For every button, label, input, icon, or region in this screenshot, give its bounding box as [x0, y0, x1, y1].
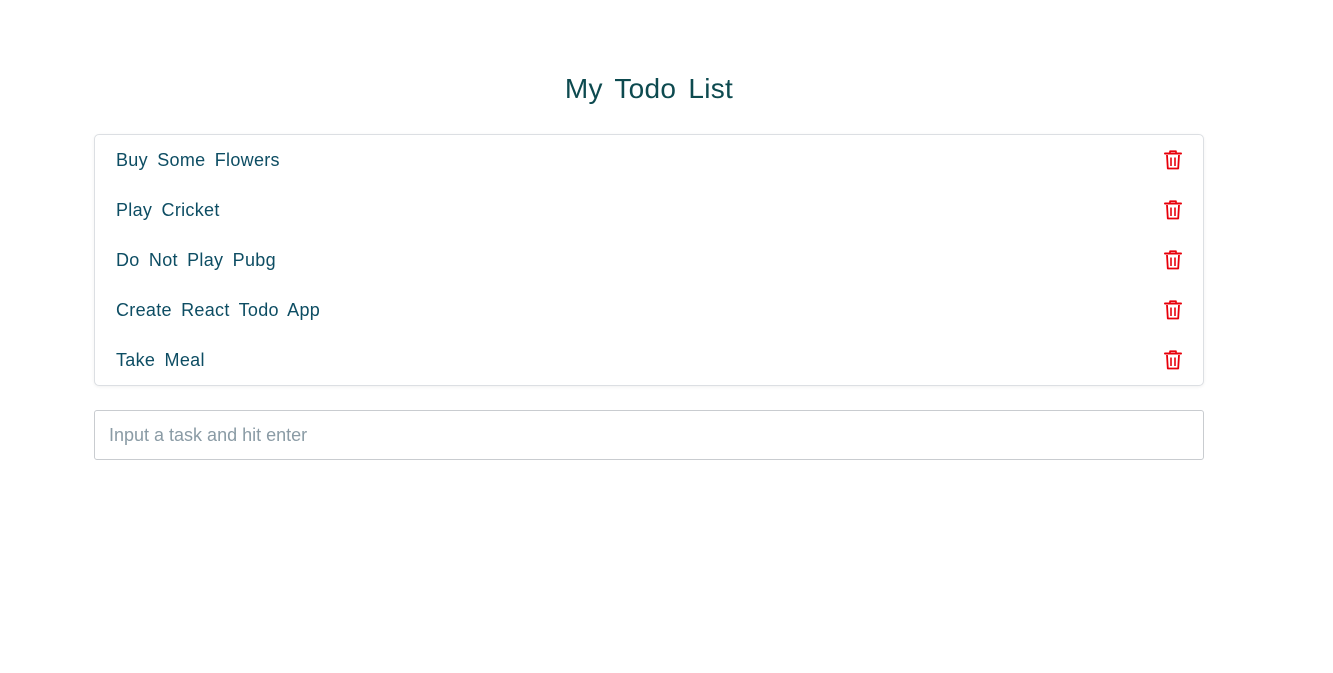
todo-item: Buy Some Flowers — [95, 135, 1203, 185]
trash-icon — [1164, 200, 1182, 220]
todo-item: Do Not Play Pubg — [95, 235, 1203, 285]
todo-list: Buy Some Flowers Play Cricket Do Not Pla… — [94, 134, 1204, 386]
delete-button[interactable] — [1163, 250, 1183, 270]
todo-item-text: Buy Some Flowers — [116, 149, 280, 170]
todo-item-text: Play Cricket — [116, 199, 220, 220]
trash-icon — [1164, 350, 1182, 370]
task-input[interactable] — [94, 410, 1204, 460]
page-title: My Todo List — [564, 73, 734, 104]
todo-item: Play Cricket — [95, 185, 1203, 235]
trash-icon — [1164, 150, 1182, 170]
delete-button[interactable] — [1163, 300, 1183, 320]
delete-button[interactable] — [1163, 200, 1183, 220]
trash-icon — [1164, 300, 1182, 320]
trash-icon — [1164, 250, 1182, 270]
delete-button[interactable] — [1163, 150, 1183, 170]
todo-item: Create React Todo App — [95, 285, 1203, 335]
todo-item-text: Take Meal — [116, 349, 205, 370]
todo-item-text: Do Not Play Pubg — [116, 249, 276, 270]
todo-item: Take Meal — [95, 335, 1203, 385]
delete-button[interactable] — [1163, 350, 1183, 370]
todo-item-text: Create React Todo App — [116, 299, 321, 320]
